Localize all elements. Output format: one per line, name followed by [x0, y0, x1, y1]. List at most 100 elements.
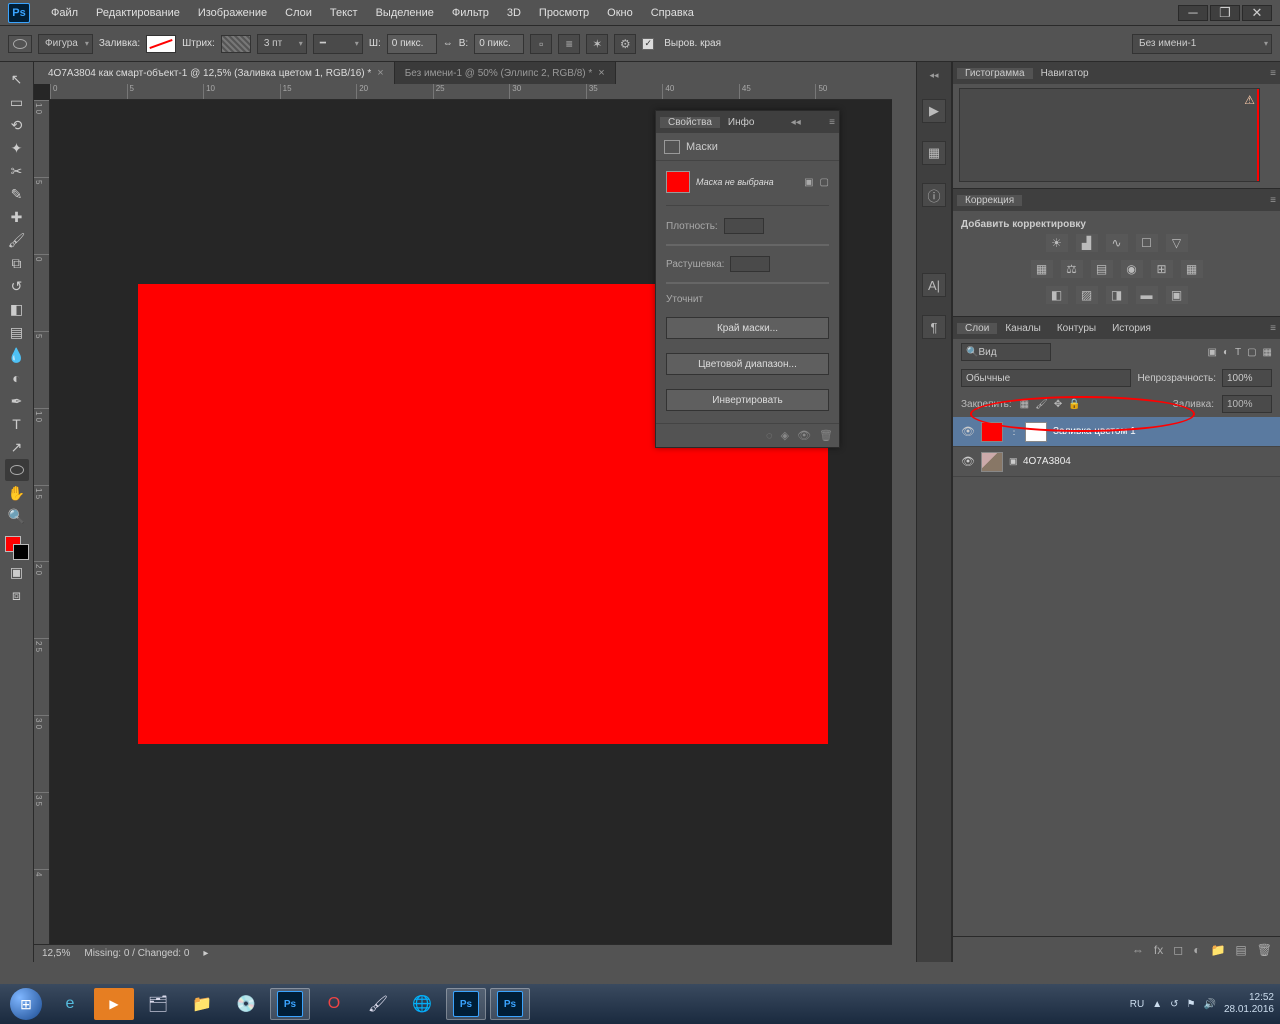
- tray-sync-icon[interactable]: ↺: [1170, 999, 1178, 1010]
- histogram-tab[interactable]: Гистограмма: [957, 68, 1033, 79]
- feather-slider[interactable]: [666, 282, 829, 284]
- ps-task-1[interactable]: Ps: [270, 988, 310, 1020]
- feather-field[interactable]: [730, 256, 770, 272]
- fx-icon[interactable]: fx: [1154, 943, 1163, 957]
- panel-menu-icon[interactable]: ≡: [1270, 323, 1276, 334]
- stroke-swatch[interactable]: [221, 35, 251, 53]
- tray-up-icon[interactable]: ▲: [1152, 999, 1162, 1010]
- layer-name[interactable]: 4O7A3804: [1023, 456, 1071, 467]
- levels-icon[interactable]: ▟: [1076, 234, 1098, 252]
- current-tool-icon[interactable]: [8, 35, 32, 53]
- start-button[interactable]: ⊞: [6, 984, 46, 1024]
- close-icon[interactable]: ×: [598, 67, 604, 79]
- navigator-tab[interactable]: Навигатор: [1033, 68, 1097, 79]
- doc-tab-1[interactable]: 4O7A3804 как смарт-объект-1 @ 12,5% (Зал…: [38, 62, 395, 84]
- ps-task-2[interactable]: Ps: [446, 988, 486, 1020]
- heal-tool[interactable]: ✚: [5, 206, 29, 228]
- pixel-mask-icon[interactable]: ▣: [804, 177, 813, 188]
- channels-tab[interactable]: Каналы: [997, 323, 1049, 334]
- threshold-icon[interactable]: ◨: [1106, 286, 1128, 304]
- menu-file[interactable]: Файл: [42, 7, 87, 19]
- density-field[interactable]: [724, 218, 764, 234]
- menu-filter[interactable]: Фильтр: [443, 7, 498, 19]
- stroke-style[interactable]: ━: [313, 34, 363, 54]
- menu-window[interactable]: Окно: [598, 7, 642, 19]
- properties-tab[interactable]: Свойства: [660, 117, 720, 128]
- info-tab[interactable]: Инфо: [720, 117, 763, 128]
- marquee-tool[interactable]: ▭: [5, 91, 29, 113]
- history-brush-tool[interactable]: ↺: [5, 275, 29, 297]
- layers-tab[interactable]: Слои: [957, 323, 997, 334]
- panel-menu-icon[interactable]: ≡: [1270, 195, 1276, 206]
- apply-mask-icon[interactable]: ◈: [781, 429, 789, 442]
- visibility-icon[interactable]: 👁: [961, 425, 975, 438]
- fill-field[interactable]: 100%: [1222, 395, 1272, 413]
- layer-thumb[interactable]: [981, 422, 1003, 442]
- exposure-icon[interactable]: ☐: [1136, 234, 1158, 252]
- close-icon[interactable]: ×: [377, 67, 383, 79]
- new-layer-icon[interactable]: ▤: [1235, 943, 1246, 957]
- visibility-icon[interactable]: 👁: [961, 455, 975, 468]
- swatches-icon[interactable]: ▦: [922, 141, 946, 165]
- lock-all-icon[interactable]: 🔒: [1068, 399, 1080, 410]
- crop-tool[interactable]: ✂: [5, 160, 29, 182]
- menu-view[interactable]: Просмотр: [530, 7, 598, 19]
- menu-image[interactable]: Изображение: [189, 7, 276, 19]
- selective-icon[interactable]: ▣: [1166, 286, 1188, 304]
- curves-icon[interactable]: ∿: [1106, 234, 1128, 252]
- menu-3d[interactable]: 3D: [498, 7, 530, 19]
- color-range-button[interactable]: Цветовой диапазон...: [666, 353, 829, 375]
- filter-adjust-icon[interactable]: ◐: [1223, 347, 1229, 358]
- gradient-tool[interactable]: ▤: [5, 321, 29, 343]
- balance-icon[interactable]: ⚖: [1061, 260, 1083, 278]
- mask-thumb[interactable]: [1025, 422, 1047, 442]
- lang-indicator[interactable]: RU: [1130, 999, 1144, 1010]
- align-icon[interactable]: ▫: [530, 34, 552, 54]
- mixer-icon[interactable]: ⊞: [1151, 260, 1173, 278]
- shape-tool[interactable]: [5, 459, 29, 481]
- move-tool[interactable]: ↖: [5, 68, 29, 90]
- vibrance-icon[interactable]: ▽: [1166, 234, 1188, 252]
- status-arrow-icon[interactable]: ▸: [203, 948, 208, 959]
- doc-sync-dropdown[interactable]: Без имени-1: [1132, 34, 1272, 54]
- opera-icon[interactable]: O: [314, 988, 354, 1020]
- vector-mask-icon[interactable]: ▢: [820, 177, 829, 188]
- posterize-icon[interactable]: ▨: [1076, 286, 1098, 304]
- window-close[interactable]: ✕: [1242, 5, 1272, 21]
- filter-smart-icon[interactable]: ▦: [1263, 347, 1272, 358]
- bw-icon[interactable]: ▤: [1091, 260, 1113, 278]
- media-icon[interactable]: ▶: [94, 988, 134, 1020]
- fill-swatch[interactable]: [146, 35, 176, 53]
- mask-edge-button[interactable]: Край маски...: [666, 317, 829, 339]
- pathops-icon[interactable]: ✶: [586, 34, 608, 54]
- photo-filter-icon[interactable]: ◉: [1121, 260, 1143, 278]
- hand-tool[interactable]: ✋: [5, 482, 29, 504]
- picker-icon[interactable]: 🖌: [358, 988, 398, 1020]
- type-tool[interactable]: T: [5, 413, 29, 435]
- menu-layer[interactable]: Слои: [276, 7, 321, 19]
- hue-icon[interactable]: ▦: [1031, 260, 1053, 278]
- lasso-tool[interactable]: ⟲: [5, 114, 29, 136]
- pen-tool[interactable]: ✒: [5, 390, 29, 412]
- delete-mask-icon[interactable]: 🗑: [819, 429, 833, 442]
- panel-prev-icon[interactable]: ◂◂: [791, 117, 801, 128]
- density-slider[interactable]: [666, 244, 829, 246]
- load-selection-icon[interactable]: ◌: [766, 430, 773, 442]
- tray-flag-icon[interactable]: ⚑: [1187, 999, 1196, 1010]
- filter-type-icon[interactable]: T: [1235, 347, 1241, 358]
- menu-type[interactable]: Текст: [321, 7, 367, 19]
- chrome-icon[interactable]: 🌐: [402, 988, 442, 1020]
- history-tab[interactable]: История: [1104, 323, 1159, 334]
- quickmask-tool[interactable]: ▣: [5, 561, 29, 583]
- color-swatches[interactable]: [5, 536, 29, 560]
- dodge-tool[interactable]: ◐: [5, 367, 29, 389]
- window-minimize[interactable]: ─: [1178, 5, 1208, 21]
- layer-kind-dropdown[interactable]: 🔍 Вид: [961, 343, 1051, 361]
- gradient-map-icon[interactable]: ▬: [1136, 286, 1158, 304]
- filter-shape-icon[interactable]: ▢: [1247, 347, 1256, 358]
- layer-row[interactable]: 👁 ⋮ Заливка цветом 1: [953, 417, 1280, 447]
- character-icon[interactable]: A|: [922, 273, 946, 297]
- arrange-icon[interactable]: ≡: [558, 34, 580, 54]
- adjustment-icon[interactable]: ◐: [1193, 943, 1200, 957]
- filter-image-icon[interactable]: ▣: [1207, 347, 1216, 358]
